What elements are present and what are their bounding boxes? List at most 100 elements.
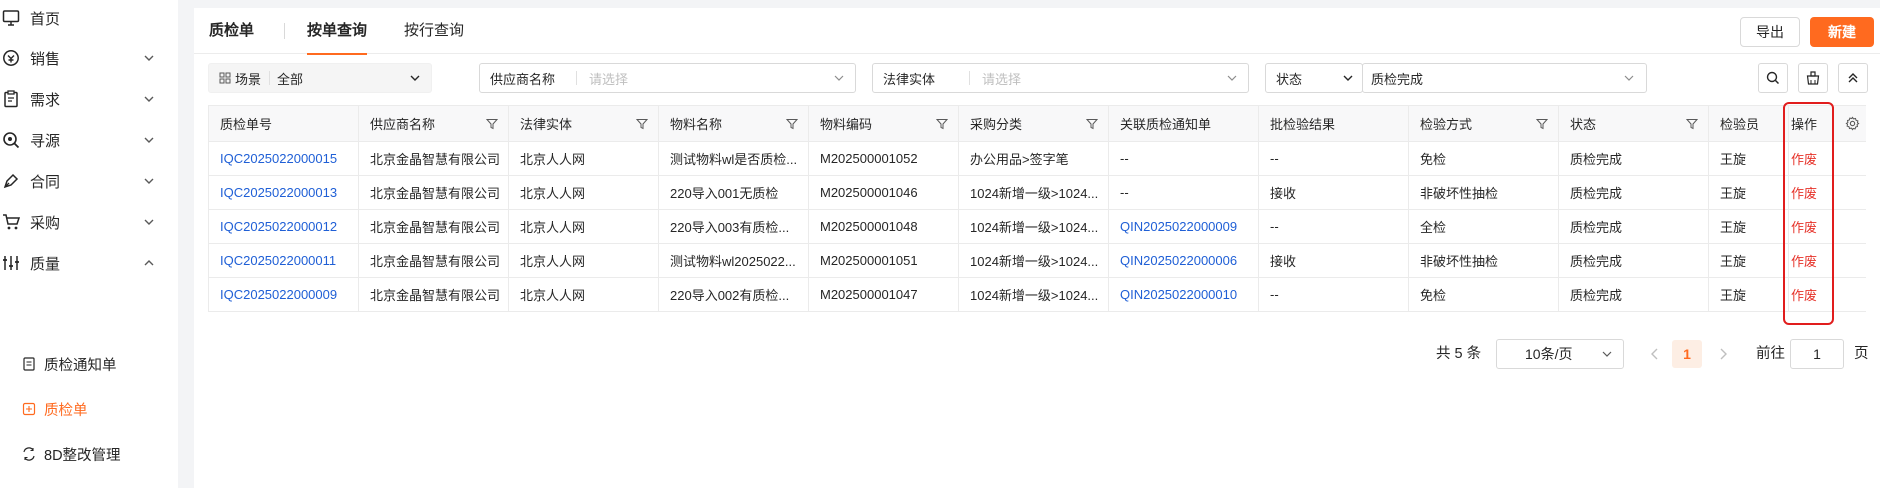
table-cell: 非破坏性抽检 — [1409, 244, 1559, 277]
header-cell: 检验方式 — [1409, 106, 1559, 141]
table-header: 质检单号 供应商名称 法律实体 物料名称 物料编码 采购分类 关联质检通知单 批… — [209, 106, 1866, 142]
sidebar-item-label: 质量 — [30, 255, 61, 273]
void-action[interactable]: 作废 — [1789, 210, 1867, 243]
filter-icon[interactable] — [936, 118, 948, 130]
legal-entity-placeholder: 请选择 — [982, 71, 1022, 87]
sidebar-item-home[interactable]: 首页 — [0, 0, 178, 36]
scene-label: 场景 — [235, 71, 262, 87]
table-cell: 北京金晶智慧有限公司 — [359, 176, 509, 209]
notice-link-cell[interactable]: QIN2025022000006 — [1109, 244, 1259, 277]
supplier-placeholder: 请选择 — [589, 71, 629, 87]
filter-icon[interactable] — [786, 118, 798, 130]
table-cell: -- — [1259, 210, 1409, 243]
table-cell: -- — [1259, 142, 1409, 175]
page-size-select[interactable]: 10条/页 — [1496, 339, 1624, 369]
inspection-table: 质检单号 供应商名称 法律实体 物料名称 物料编码 采购分类 关联质检通知单 批… — [208, 105, 1866, 312]
sliders-icon — [0, 252, 22, 274]
settings-gear-icon[interactable] — [1845, 116, 1860, 131]
filter-icon[interactable] — [636, 118, 648, 130]
new-button[interactable]: 新建 — [1810, 17, 1874, 47]
status-value-select[interactable]: 质检完成 — [1362, 63, 1647, 93]
chevron-down-icon — [144, 96, 154, 102]
table-cell: 北京人人网 — [509, 142, 659, 175]
order-no-cell[interactable]: IQC2025022000011 — [209, 244, 359, 277]
sales-icon — [0, 47, 22, 69]
table-cell: 接收 — [1259, 244, 1409, 277]
table-cell: 办公用品>签字笔 — [959, 142, 1109, 175]
order-no-cell[interactable]: IQC2025022000013 — [209, 176, 359, 209]
chevron-down-icon — [1227, 75, 1237, 81]
tab-bar: 质检单 按单查询 按行查询 导出 新建 — [194, 8, 1880, 55]
order-no-cell[interactable]: IQC2025022000009 — [209, 278, 359, 311]
page-number-current[interactable]: 1 — [1672, 340, 1702, 368]
tab-by-order[interactable]: 按单查询 — [307, 8, 368, 55]
void-action[interactable]: 作废 — [1789, 176, 1867, 209]
order-no-cell[interactable]: IQC2025022000012 — [209, 210, 359, 243]
table-cell: 北京金晶智慧有限公司 — [359, 244, 509, 277]
sidebar-item-sourcing[interactable]: 寻源 — [0, 122, 178, 158]
clipboard-icon — [0, 88, 22, 110]
sidebar-item-contract[interactable]: 合同 — [0, 163, 178, 199]
double-chevron-up-icon — [1848, 73, 1858, 83]
chevron-up-icon — [144, 260, 154, 266]
search-button[interactable] — [1758, 63, 1788, 93]
page-title: 质检单 — [209, 22, 255, 39]
chevron-down-icon — [1602, 351, 1612, 357]
header-cell: 采购分类 — [959, 106, 1109, 141]
tab-by-line[interactable]: 按行查询 — [404, 8, 464, 54]
chevron-down-icon — [1343, 75, 1353, 81]
prev-page-button[interactable] — [1646, 345, 1664, 363]
grid-icon — [219, 72, 231, 84]
notice-icon — [20, 355, 38, 373]
chevron-down-icon — [144, 219, 154, 225]
supplier-label: 供应商名称 — [490, 71, 556, 87]
header-cell: 供应商名称 — [359, 106, 509, 141]
export-button[interactable]: 导出 — [1740, 17, 1800, 47]
sidebar-item-sales[interactable]: 销售 — [0, 40, 178, 76]
sidebar: 首页 销售 需求 寻源 合同 采购 质量 质检通知单 质检单 8D整改管理 — [0, 0, 178, 488]
sidebar-item-quality[interactable]: 质量 — [0, 245, 178, 281]
app-root: 首页 销售 需求 寻源 合同 采购 质量 质检通知单 质检单 8D整改管理 质检… — [0, 0, 1880, 488]
table-cell: 质检完成 — [1559, 142, 1709, 175]
chevron-down-icon — [144, 137, 154, 143]
goto-page-input[interactable] — [1790, 339, 1844, 369]
inspection-icon — [20, 400, 38, 418]
sidebar-subitem-8d[interactable]: 8D整改管理 — [0, 436, 178, 472]
filter-icon[interactable] — [1536, 118, 1548, 130]
sidebar-subitem-inspection[interactable]: 质检单 — [0, 391, 178, 427]
void-action[interactable]: 作废 — [1789, 244, 1867, 277]
chevron-down-icon — [410, 75, 420, 81]
notice-link-cell[interactable]: QIN2025022000010 — [1109, 278, 1259, 311]
table-cell: M202500001048 — [809, 210, 959, 243]
table-cell: 北京人人网 — [509, 176, 659, 209]
filter-icon[interactable] — [486, 118, 498, 130]
collapse-button[interactable] — [1838, 63, 1868, 93]
status-value: 质检完成 — [1371, 71, 1424, 87]
broom-icon — [1806, 71, 1820, 85]
supplier-filter[interactable]: 供应商名称 请选择 — [479, 63, 856, 93]
legal-entity-filter[interactable]: 法律实体 请选择 — [872, 63, 1249, 93]
table-cell: 质检完成 — [1559, 176, 1709, 209]
sidebar-item-demand[interactable]: 需求 — [0, 81, 178, 117]
sidebar-item-label: 需求 — [30, 91, 61, 109]
header-cell: 关联质检通知单 — [1109, 106, 1259, 141]
table-cell: 免检 — [1409, 142, 1559, 175]
clear-button[interactable] — [1798, 63, 1828, 93]
void-action[interactable]: 作废 — [1789, 142, 1867, 175]
filter-icon[interactable] — [1086, 118, 1098, 130]
void-action[interactable]: 作废 — [1789, 278, 1867, 311]
order-no-cell[interactable]: IQC2025022000015 — [209, 142, 359, 175]
header-cell: 批检验结果 — [1259, 106, 1409, 141]
scene-select[interactable]: 场景 全部 — [208, 63, 432, 93]
page-size-value: 10条/页 — [1525, 346, 1573, 362]
status-field-select[interactable]: 状态 — [1265, 63, 1363, 93]
sidebar-item-purchase[interactable]: 采购 — [0, 204, 178, 240]
table-cell: 质检完成 — [1559, 244, 1709, 277]
search-icon — [1766, 71, 1780, 85]
notice-link-cell[interactable]: QIN2025022000009 — [1109, 210, 1259, 243]
next-page-button[interactable] — [1714, 345, 1732, 363]
sidebar-item-label: 合同 — [30, 173, 61, 191]
table-cell: 质检完成 — [1559, 278, 1709, 311]
sidebar-subitem-inspection-notice[interactable]: 质检通知单 — [0, 346, 178, 382]
filter-icon[interactable] — [1686, 118, 1698, 130]
